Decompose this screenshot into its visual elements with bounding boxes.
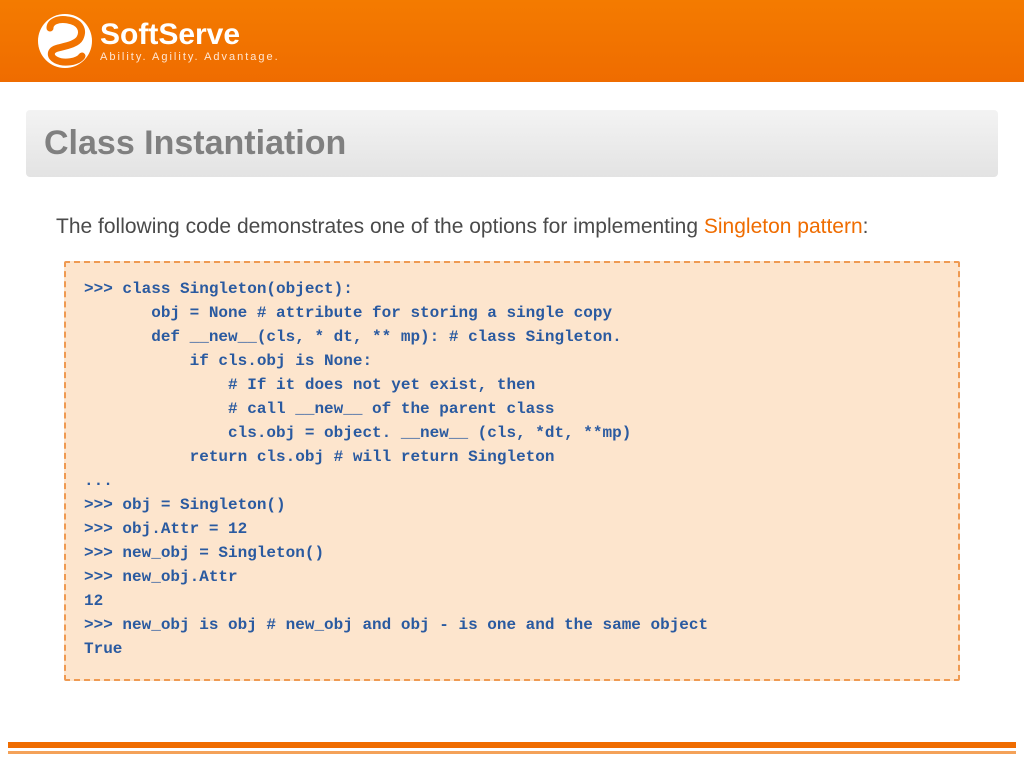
logo-mark-icon bbox=[36, 12, 94, 70]
slide-title: Class Instantiation bbox=[44, 124, 980, 163]
slide: SoftServe Ability. Agility. Advantage. C… bbox=[0, 0, 1024, 768]
header-bar: SoftServe Ability. Agility. Advantage. bbox=[0, 0, 1024, 82]
intro-highlight: Singleton pattern bbox=[704, 215, 863, 238]
brand-name: SoftServe bbox=[100, 20, 280, 50]
brand-logo: SoftServe Ability. Agility. Advantage. bbox=[36, 12, 280, 70]
intro-post: : bbox=[863, 215, 869, 238]
code-box: >>> class Singleton(object): obj = None … bbox=[64, 261, 960, 681]
footer-bars bbox=[0, 742, 1024, 758]
intro-text: The following code demonstrates one of t… bbox=[56, 213, 968, 241]
code-content: >>> class Singleton(object): obj = None … bbox=[84, 277, 940, 661]
title-band: Class Instantiation bbox=[26, 110, 998, 177]
footer-bar-primary bbox=[8, 742, 1016, 748]
intro-pre: The following code demonstrates one of t… bbox=[56, 215, 704, 238]
slide-body: The following code demonstrates one of t… bbox=[0, 177, 1024, 681]
brand-tagline: Ability. Agility. Advantage. bbox=[100, 52, 280, 63]
footer-bar-secondary bbox=[8, 751, 1016, 754]
brand-text: SoftServe Ability. Agility. Advantage. bbox=[100, 20, 280, 63]
